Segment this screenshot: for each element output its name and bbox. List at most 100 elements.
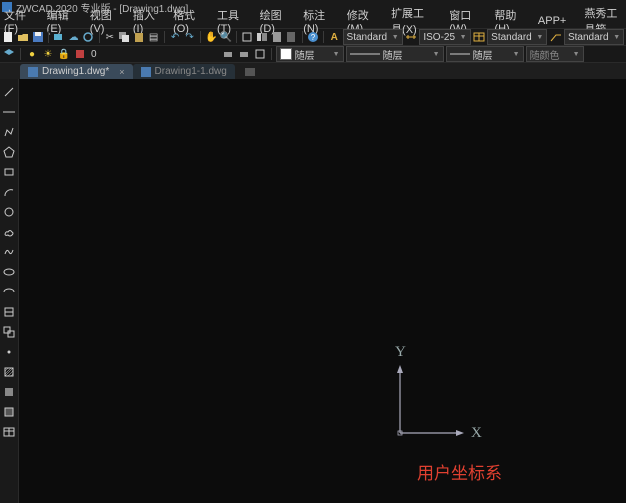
save-icon[interactable] [31,30,44,44]
cut-icon[interactable]: ✂ [103,30,116,44]
paste-icon[interactable] [133,30,146,44]
pline-icon[interactable] [2,125,16,139]
text-style-icon[interactable]: A [328,30,341,44]
chevron-down-icon: ▼ [613,34,620,41]
text-style-dropdown[interactable]: Standard▼ [343,29,403,45]
rectangle-icon[interactable] [2,165,16,179]
draw-toolbar [0,79,18,503]
preview-icon[interactable] [253,47,267,61]
dc-icon[interactable] [256,30,269,44]
new-icon[interactable] [2,30,15,44]
plotcolor-value: 随颜色 [530,47,560,62]
table-style-icon[interactable] [473,30,486,44]
open-icon[interactable] [17,30,30,44]
zoom-icon[interactable]: 🔍 [220,30,233,44]
tab-drawing1[interactable]: Drawing1.dwg* × [20,64,133,79]
pan-icon[interactable]: ✋ [205,30,218,44]
tab-label: Drawing1.dwg* [42,66,109,77]
polygon-icon[interactable] [2,145,16,159]
layer-lock-icon[interactable]: 🔒 [57,47,71,61]
separator [236,31,237,43]
line-icon[interactable] [2,85,16,99]
chevron-down-icon: ▼ [536,34,543,41]
undo-icon[interactable]: ↶ [169,30,182,44]
redo-icon[interactable]: ↷ [183,30,196,44]
layer-mgr-icon[interactable] [2,47,16,61]
separator [99,31,100,43]
line-icon [350,52,380,56]
dwg-icon [28,67,38,77]
menubar: 文件(F) 编辑(E) 视图(V) 插入(I) 格式(O) 工具(T) 绘图(D… [0,14,626,29]
dim-style-dropdown[interactable]: ISO-25 ▼ [419,29,470,45]
layer-freeze-icon[interactable]: ☀ [41,47,55,61]
text-style-value: Standard [347,32,388,43]
document-tabs: Drawing1.dwg* × Drawing1-1.dwg [0,63,626,79]
match-icon[interactable]: ▤ [147,30,160,44]
chevron-down-icon: ▼ [513,51,520,58]
plot-icon[interactable] [237,47,251,61]
ellipse-icon[interactable] [2,265,16,279]
separator [302,31,303,43]
spline-icon[interactable] [2,245,16,259]
main-toolbar: ☁ ✂ ▤ ↶ ↷ ✋ 🔍 ? A Standard ▼ ISO-25 ▼ Stan… [0,29,626,46]
arc-icon[interactable] [2,185,16,199]
linetype-value: 随层 [383,47,403,62]
separator [164,31,165,43]
color-value: 随层 [295,47,315,62]
weight-icon [450,52,470,56]
ellipse-arc-icon[interactable] [2,285,16,299]
gradient-icon[interactable] [2,385,16,399]
circle-icon[interactable] [2,205,16,219]
tab-label: Drawing1-1.dwg [155,66,227,77]
point-icon[interactable] [2,345,16,359]
color-swatch-icon [280,48,292,60]
layer-zero-label: 0 [91,49,97,60]
menu-app[interactable]: APP+ [538,15,566,27]
chevron-down-icon: ▼ [573,51,580,58]
prop-icon[interactable] [241,30,254,44]
hatch-icon[interactable] [2,365,16,379]
tab-list-icon[interactable] [243,65,257,79]
tpal-icon[interactable] [270,30,283,44]
ucs-y-label: Y [395,344,406,361]
lineweight-dropdown[interactable]: 随层▼ [446,46,524,62]
help-icon[interactable]: ? [306,30,319,44]
insert-block-icon[interactable] [2,305,16,319]
separator [48,31,49,43]
chevron-down-icon: ▼ [460,34,467,41]
annotation-text: 用户坐标系 [417,459,502,484]
dim-style-value: ISO-25 [423,32,455,43]
share-icon[interactable] [82,30,95,44]
calc-icon[interactable] [285,30,298,44]
lead-style-icon[interactable] [549,30,562,44]
xline-icon[interactable] [2,105,16,119]
tab-drawing1-1[interactable]: Drawing1-1.dwg [133,64,235,79]
chevron-down-icon: ▼ [333,51,340,58]
send-icon[interactable] [53,30,66,44]
table-style-dropdown[interactable]: Standard ▼ [487,29,547,45]
table-style-value: Standard [491,32,532,43]
layer-on-icon[interactable]: ● [25,47,39,61]
cloud-icon[interactable]: ☁ [67,30,80,44]
revcloud-icon[interactable] [2,225,16,239]
plotcolor-dropdown[interactable]: 随颜色 ▼ [526,46,584,62]
close-icon[interactable]: × [119,67,124,77]
drawing-canvas[interactable]: Y X 用户坐标系 [18,79,626,503]
dim-style-icon[interactable] [405,30,418,44]
separator [271,48,272,60]
separator [200,31,201,43]
region-icon[interactable] [2,405,16,419]
lead-style-dropdown[interactable]: Standard ▼ [564,29,624,45]
copy-icon[interactable] [118,30,131,44]
lead-style-value: Standard [568,32,609,43]
svg-text:?: ? [310,33,315,42]
layer-prev-icon[interactable] [73,47,87,61]
color-dropdown[interactable]: 随层 ▼ [276,46,344,62]
dwg-icon [141,67,151,77]
linetype-dropdown[interactable]: 随层▼ [346,46,444,62]
layer-toolbar: ● ☀ 🔒 0 随层▼ 随层▼ 随层▼ 随颜色▼ [0,46,626,63]
table-icon[interactable] [2,425,16,439]
make-block-icon[interactable] [2,325,16,339]
print-icon[interactable] [221,47,235,61]
separator [323,31,324,43]
